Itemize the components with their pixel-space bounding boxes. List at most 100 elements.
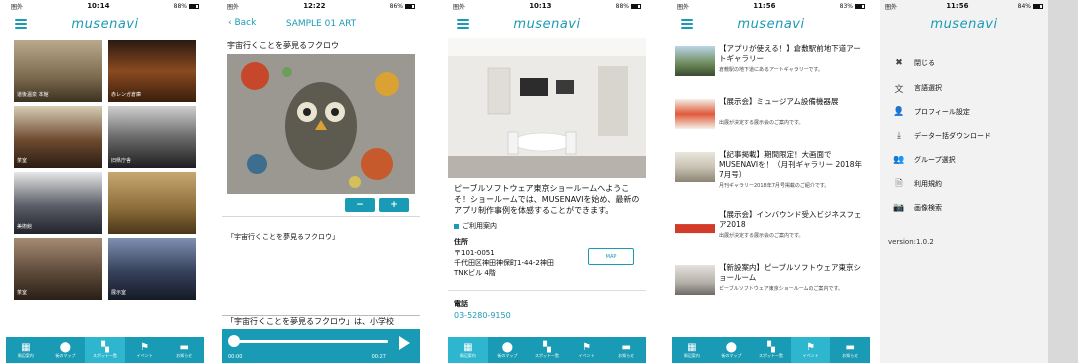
tab-spot-list[interactable]: ▚ スポット一覧	[527, 337, 567, 363]
building-icon: ▦	[21, 341, 31, 353]
menu-item-group[interactable]: 👥 グループ選択	[892, 154, 955, 166]
status-bar: 圏外 12:22 86%	[222, 0, 420, 12]
section-header: ご利用案内	[454, 221, 497, 231]
building-icon: ▦	[463, 341, 473, 353]
tab-town-map[interactable]: ⬤ 街のマップ	[488, 337, 528, 363]
chat-icon: ▬	[179, 341, 189, 353]
battery-icon	[1033, 3, 1043, 9]
news-title: 【記事掲載】期間限定！大画面でMUSENAVIを！（月刊ギャラリー 2018年7…	[719, 150, 863, 179]
status-time: 12:22	[303, 2, 326, 10]
news-summary: 倉敷駅の地下道にあるアートギャラリーです。	[719, 67, 823, 73]
spot-tile[interactable]	[108, 172, 196, 234]
battery-level: 84%	[1017, 2, 1031, 10]
spot-tile[interactable]: 展示室	[108, 238, 196, 300]
group-icon: 👥	[893, 155, 905, 165]
spot-tile[interactable]: 美術館	[14, 172, 102, 234]
zoom-controls: − +	[227, 196, 415, 214]
phone-link[interactable]: 03-5280-9150	[454, 311, 511, 320]
app-logo: musenavi	[737, 16, 805, 32]
tab-area-guide[interactable]: ▦ 周辺案内	[6, 337, 46, 363]
news-title: 【展示会】ミュージアム設備機器展	[719, 97, 839, 106]
zoom-in-button[interactable]: +	[379, 198, 409, 212]
user-icon: 👤	[893, 107, 905, 117]
carrier-label: 圏外	[453, 3, 466, 11]
menu-item-profile[interactable]: 👤 プロフィール設定	[892, 106, 969, 118]
news-item[interactable]: 【記事掲載】期間限定！大画面でMUSENAVIを！（月刊ギャラリー 2018年7…	[672, 146, 870, 206]
spot-tile-label: 赤レンガ倉庫	[111, 92, 142, 98]
dimmed-content-overlay[interactable]	[1048, 0, 1078, 363]
news-thumbnail	[675, 99, 715, 129]
spot-tile-label: 茶室	[17, 158, 28, 164]
map-pin-icon: ⬤	[59, 341, 71, 353]
menu-icon[interactable]	[457, 19, 469, 29]
news-item[interactable]: 【新設案内】ピーブルソフトウェア東京ショールーム ピーブルソフトウェア東京ショー…	[672, 259, 870, 312]
status-bar: 圏外 11:56 84%	[880, 0, 1048, 12]
status-bar: 圏外 10:13 88%	[448, 0, 646, 12]
menu-icon[interactable]	[681, 19, 693, 29]
seek-handle[interactable]	[228, 335, 240, 347]
tab-bar: ▦ 周辺案内 ⬤ 街のマップ ▚ スポット一覧 ⚑ イベント ▬ お知らせ	[6, 337, 204, 363]
tab-news[interactable]: ▬ お知らせ	[606, 337, 646, 363]
spot-tile[interactable]: 茶室	[14, 106, 102, 168]
tab-town-map[interactable]: ⬤ 街のマップ	[712, 337, 752, 363]
play-icon[interactable]	[399, 336, 410, 350]
menu-icon[interactable]	[15, 19, 27, 29]
app-logo: musenavi	[513, 16, 581, 32]
artwork-image[interactable]	[227, 54, 415, 194]
status-time: 10:14	[87, 2, 110, 10]
menu-item-terms[interactable]: 🗎 利用規約	[892, 178, 942, 190]
spot-tile-label: 旧県庁舎	[111, 158, 132, 164]
artwork-caption: 「宇宙行くことを夢見るフクロウ」	[227, 233, 339, 241]
battery-level: 88%	[615, 2, 629, 10]
tab-events[interactable]: ⚑ イベント	[790, 337, 831, 363]
spot-grid: 道後温泉 本館 赤レンガ倉庫 茶室 旧県庁舎 美術館 茶室 展示室	[14, 40, 196, 300]
spot-tile-label: 茶室	[17, 290, 28, 296]
spot-tile[interactable]: 道後温泉 本館	[14, 40, 102, 102]
menu-item-close[interactable]: ✖ 閉じる	[892, 57, 935, 69]
spot-tile[interactable]: 赤レンガ倉庫	[108, 40, 196, 102]
carrier-label: 圏外	[227, 3, 240, 11]
menu-item-language[interactable]: 文言語選択	[892, 82, 942, 95]
news-summary: 出展が決定する展示会のご案内です。	[719, 233, 804, 239]
screenshot-collage: 圏外 10:14 88% musenavi 道後温泉 本館 赤レンガ倉庫 茶室 …	[0, 0, 1079, 363]
status-bar: 圏外 11:56 83%	[672, 0, 870, 12]
news-item[interactable]: 【展示会】ミュージアム設備機器展 出展が決定する展示会のご案内です。	[672, 93, 870, 146]
tab-area-guide[interactable]: ▦ 周辺案内	[448, 337, 488, 363]
tab-area-guide[interactable]: ▦ 周辺案内	[672, 337, 712, 363]
tab-spot-list[interactable]: ▚ スポット一覧	[85, 337, 125, 363]
spot-tile[interactable]: 旧県庁舎	[108, 106, 196, 168]
tab-events[interactable]: ⚑ イベント	[567, 337, 607, 363]
spot-tile[interactable]: 茶室	[14, 238, 102, 300]
phone-side-menu: 圏外 11:56 84% musenavi ✖ 閉じる 文言語選択 👤 プロフィール…	[880, 0, 1078, 363]
flag-icon: ⚑	[140, 341, 150, 353]
showroom-intro: ピーブルソフトウェア東京ショールームへようこそ！ショールームでは、MUSENAV…	[454, 184, 640, 215]
news-summary: 月刊ギャラリー2018年7月号掲載のご紹介です。	[719, 183, 830, 189]
nav-bar: musenavi	[448, 12, 646, 36]
news-thumbnail	[675, 265, 715, 295]
menu-item-image-search[interactable]: 📷 画像検索	[892, 202, 942, 214]
artwork-drawing	[227, 54, 415, 194]
app-logo: musenavi	[71, 16, 139, 32]
total-time: 00:27	[371, 354, 386, 360]
menu-item-bulk-download[interactable]: ⤓ データー括ダウンロード	[892, 130, 991, 142]
status-time: 11:56	[753, 2, 776, 10]
camera-icon: 📷	[893, 203, 905, 213]
tab-news[interactable]: ▬ お知らせ	[830, 337, 870, 363]
news-item[interactable]: 【アプリが使える！】倉敷駅前地下道アートギャラリー 倉敷駅の地下道にあるアートギ…	[672, 40, 870, 93]
description-text: 「宇宙行くことを夢見るフクロウ」は、小学校	[222, 315, 420, 329]
tab-news[interactable]: ▬ お知らせ	[164, 337, 204, 363]
back-button[interactable]: ‹ Back	[228, 18, 256, 28]
map-button[interactable]: MAP	[588, 248, 634, 265]
tab-town-map[interactable]: ⬤ 街のマップ	[46, 337, 86, 363]
tab-spot-list[interactable]: ▚ スポット一覧	[751, 337, 791, 363]
close-icon: ✖	[895, 58, 903, 68]
battery-level: 88%	[173, 2, 187, 10]
tab-events[interactable]: ⚑ イベント	[125, 337, 165, 363]
news-item[interactable]: 【展示会】インバウンド受入ビジネスフェア2018 出展が決定する展示会のご案内で…	[672, 206, 870, 259]
tab-bar: ▦ 周辺案内 ⬤ 街のマップ ▚ スポット一覧 ⚑ イベント ▬ お知らせ	[672, 337, 870, 363]
phone-showroom-info: 圏外 10:13 88% musenavi ピーブルソフトウェア東京ショールーム…	[448, 0, 646, 363]
zoom-out-button[interactable]: −	[345, 198, 375, 212]
seek-bar[interactable]	[230, 340, 388, 343]
status-time: 11:56	[946, 2, 969, 10]
battery-icon	[855, 3, 865, 9]
